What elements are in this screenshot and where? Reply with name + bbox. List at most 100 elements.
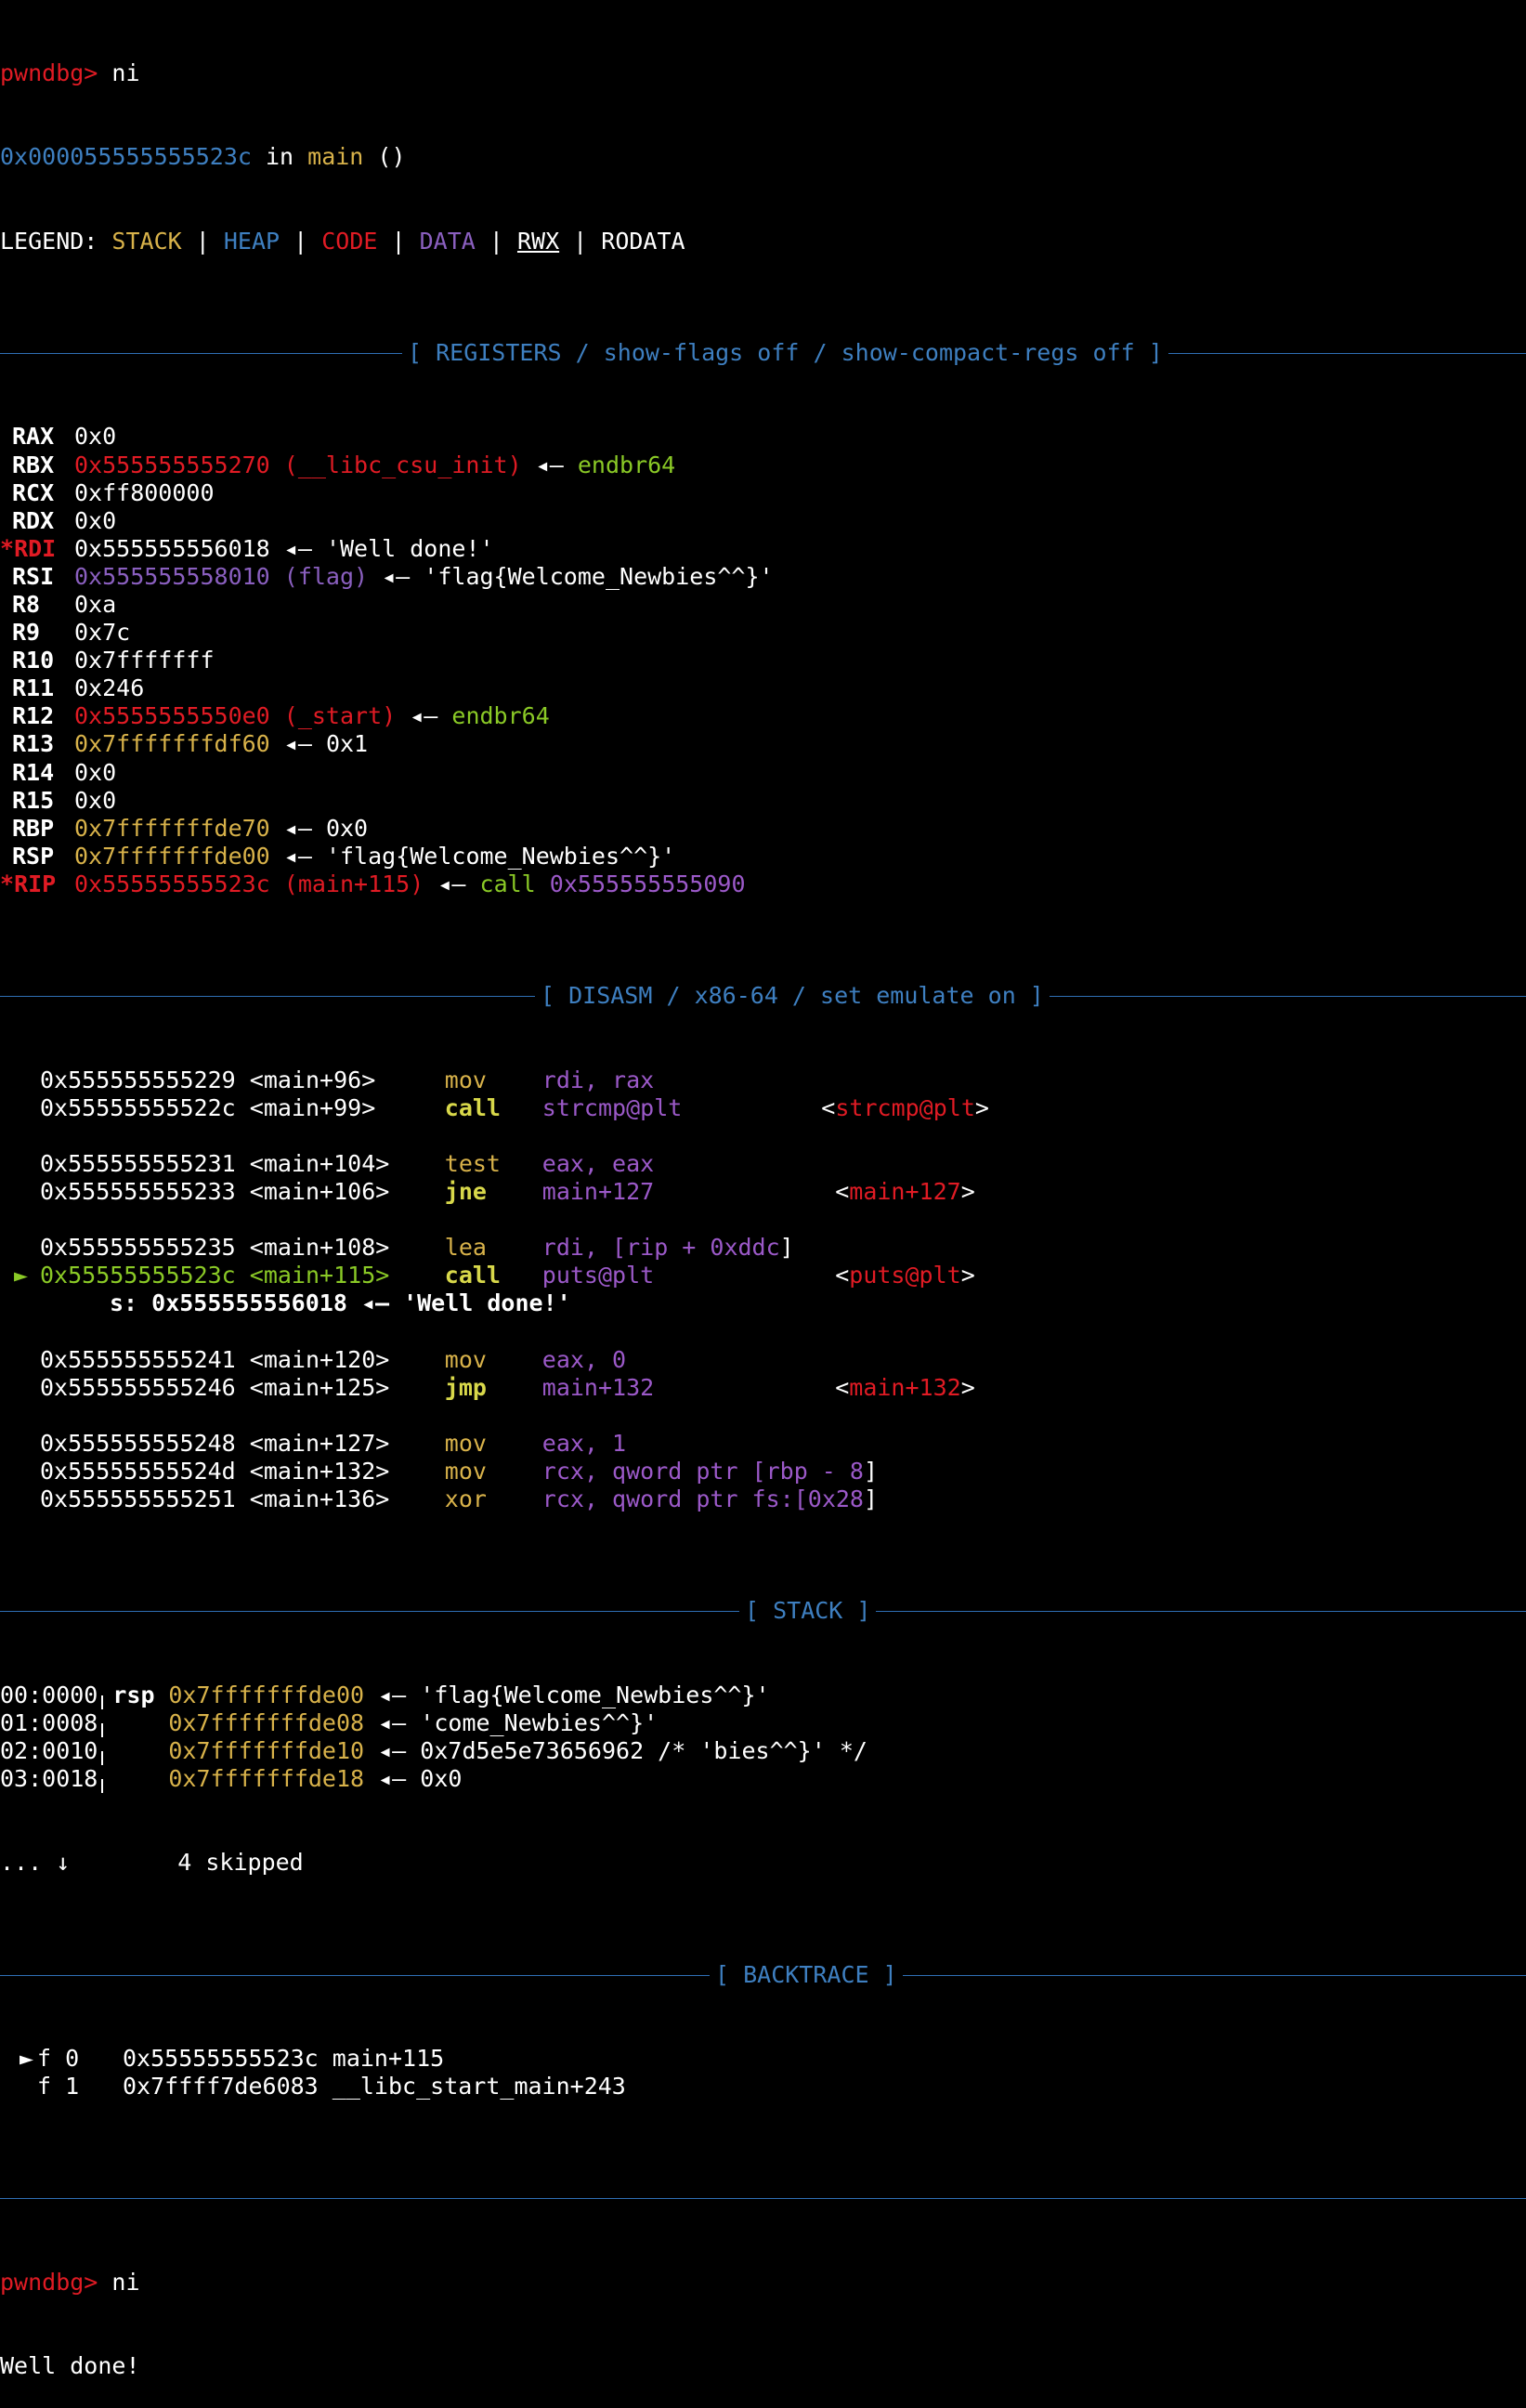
register-value: 0x7fffffffde00 (74, 842, 270, 870)
stack-address: 0x7fffffffde10 (168, 1736, 365, 1764)
instruction-address: 0x55555555522c (40, 1093, 236, 1121)
opcode: call (444, 1093, 501, 1121)
arrow-glyph: ◂— (364, 1681, 421, 1708)
terminal-window[interactable]: pwndbg> ni 0x000055555555523c in main ()… (0, 0, 1526, 2379)
instruction-symbol: <main+136> (249, 1485, 390, 1512)
register-name: R15 (0, 787, 74, 815)
backtrace-row: ► f 0 0x55555555523c main+115 (0, 2045, 1526, 2073)
stack-skipped-line: ... ↓ 4 skipped (0, 1849, 1526, 1877)
register-name: RDX (0, 507, 74, 535)
stack-address: 0x7fffffffde00 (168, 1681, 365, 1708)
stack-register: rsp (112, 1681, 155, 1708)
register-value: 0x5555555550e0 (_start) (74, 702, 397, 730)
stack-address: 0x7fffffffde18 (168, 1764, 365, 1792)
register-row: R10 0x7fffffff (0, 647, 1526, 674)
stack-value: 'flag{Welcome_Newbies^^}' (420, 1681, 770, 1708)
operands: eax, (541, 1345, 613, 1373)
opcode: lea (444, 1234, 487, 1262)
end-separator (0, 2184, 1526, 2212)
legend-label: LEGEND: (0, 227, 112, 255)
stack-index: 02:0010 (0, 1736, 98, 1764)
register-name: R14 (0, 759, 74, 787)
opcode: mov (444, 1429, 487, 1457)
register-row: R12 0x5555555550e0 (_start) ◂— endbr64 (0, 702, 1526, 730)
program-output: Well done! (0, 2352, 1526, 2380)
instruction-address: 0x555555555241 (40, 1345, 236, 1373)
ref-close: > (960, 1373, 975, 1401)
registers-separator: [ REGISTERS / show-flags off / show-comp… (0, 339, 1526, 368)
register-row: RBX 0x555555555270 (__libc_csu_init) ◂— e… (0, 452, 1526, 479)
instruction-symbol: <main+99> (249, 1093, 376, 1121)
instruction-symbol: <main+127> (249, 1429, 390, 1457)
backtrace-section-title: [ BACKTRACE ] (710, 1960, 903, 1989)
instruction-symbol: <main+108> (249, 1234, 390, 1262)
register-target: 0x1 (325, 730, 369, 758)
disasm-panel: 0x555555555229 <main+96> mov rdi, rax 0x55… (0, 1067, 1526, 1514)
arrow-glyph: ◂— (269, 814, 326, 842)
register-value: 0x246 (74, 674, 145, 702)
frame-marker: ► (19, 2044, 33, 2072)
disasm-row: 0x555555555241 <main+120> mov eax, 0 (0, 1346, 1526, 1374)
operand-immediate: 0x28 (807, 1485, 864, 1512)
operands: rdi, rax (541, 1066, 655, 1093)
disasm-row: 0x555555555251 <main+136> xor rcx, qword p… (0, 1485, 1526, 1513)
arrow-glyph: ◂— (424, 870, 480, 897)
operands: main+127 (541, 1177, 655, 1205)
location-function: main (307, 143, 364, 171)
legend-stack: STACK (111, 227, 182, 255)
arrow-glyph: ◂— (269, 534, 326, 562)
register-name: RSI (0, 563, 74, 591)
branch-target-ref: puts@plt (849, 1262, 961, 1289)
disasm-row: 0x555555555229 <main+96> mov rdi, rax (0, 1067, 1526, 1094)
disasm-row: 0x55555555522c <main+99> call strcmp@plt <s… (0, 1094, 1526, 1122)
register-value: 0xff800000 (74, 478, 215, 506)
modified-marker: * (0, 870, 15, 897)
stack-separator: [ STACK ] (0, 1597, 1526, 1626)
legend-sep: | (280, 227, 322, 255)
backtrace-row: f 1 0x7ffff7de6083 __libc_start_main+243 (0, 2073, 1526, 2100)
register-name: R13 (0, 730, 74, 758)
operand-tail: ] (779, 1234, 794, 1262)
opcode: jne (444, 1177, 487, 1205)
instruction-address: 0x55555555524d (40, 1457, 236, 1485)
legend-sep: | (181, 227, 224, 255)
backtrace-separator: [ BACKTRACE ] (0, 1960, 1526, 1989)
register-label: RDX (12, 506, 55, 534)
legend-sep: | (559, 227, 602, 255)
register-label: RIP (14, 870, 57, 897)
operands: eax, (541, 1429, 613, 1457)
disasm-row: 0x555555555233 <main+106> jne main+127 <mai… (0, 1178, 1526, 1206)
ref-open: < (835, 1373, 850, 1401)
legend-heap: HEAP (223, 227, 280, 255)
operands: main+132 (541, 1373, 655, 1401)
register-row: RDX 0x0 (0, 507, 1526, 535)
register-name: R9 (0, 619, 74, 647)
operands: rcx, qword ptr [rbp - (541, 1457, 850, 1485)
registers-panel: RAX 0x0 RBX 0x555555555270 (__libc_csu_init… (0, 423, 1526, 898)
prompt-line-1: pwndbg> ni (0, 59, 1526, 87)
instruction-symbol: <main+104> (249, 1149, 390, 1177)
operand-immediate: 1 (612, 1429, 627, 1457)
arrow-glyph: ◂— (364, 1708, 421, 1736)
location-line: 0x000055555555523c in main () (0, 143, 1526, 171)
frame-address: 0x7ffff7de6083 (123, 2072, 319, 2100)
register-value: 0x55555555523c (main+115) (74, 870, 424, 897)
ref-open: < (821, 1093, 836, 1121)
instruction-symbol: <main+115> (249, 1262, 390, 1289)
register-label: R10 (12, 647, 55, 674)
instruction-symbol: <main+120> (249, 1345, 390, 1373)
register-row: *RDI 0x555555556018 ◂— 'Well done!' (0, 535, 1526, 563)
register-name: R10 (0, 647, 74, 674)
frame-number: f 1 (37, 2072, 80, 2100)
